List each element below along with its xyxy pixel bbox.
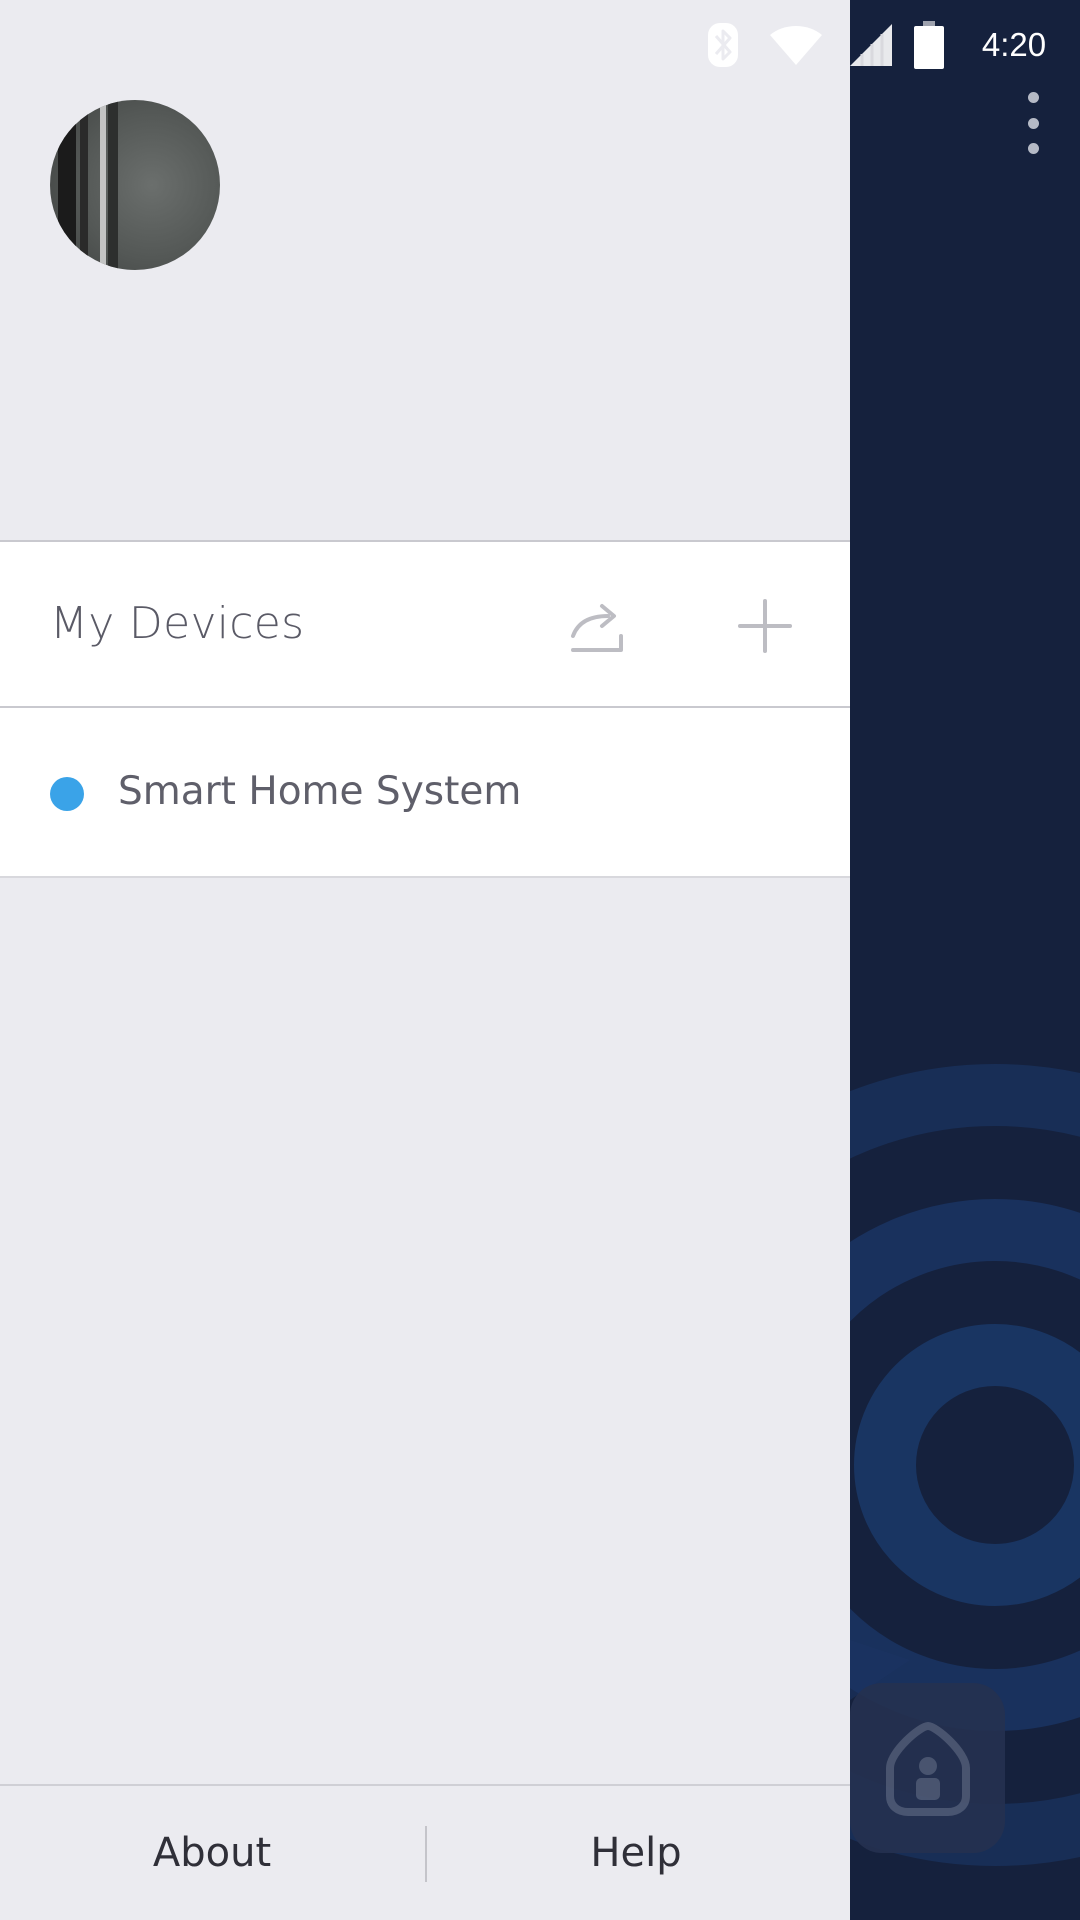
device-list-item[interactable]: Smart Home System	[0, 708, 850, 878]
my-devices-header: My Devices	[0, 540, 850, 708]
help-link[interactable]: Help	[486, 1786, 786, 1920]
avatar-photo-detail	[58, 100, 76, 270]
device-status-dot	[50, 777, 84, 811]
navigation-drawer: My Devices Smart Home System About Help	[0, 0, 850, 1920]
home-lock-icon	[885, 1722, 970, 1816]
plus-icon	[738, 599, 792, 653]
bluetooth-icon	[692, 22, 754, 68]
avatar[interactable]	[50, 100, 220, 270]
overflow-menu-button[interactable]	[1010, 88, 1056, 158]
share-icon	[571, 604, 623, 652]
status-time: 4:20	[981, 26, 1047, 63]
more-vert-dot	[1027, 117, 1039, 129]
share-button[interactable]	[560, 594, 634, 658]
avatar-photo-detail	[108, 100, 118, 270]
cell-signal-icon	[838, 22, 904, 68]
more-vert-icon	[1027, 92, 1039, 103]
add-device-button[interactable]	[730, 594, 800, 658]
avatar-photo-detail	[80, 100, 88, 270]
avatar-photo-detail	[100, 100, 106, 270]
battery-icon	[904, 21, 954, 69]
about-link[interactable]: About	[62, 1786, 362, 1920]
status-icons: 4:20	[692, 0, 1080, 90]
device-name: Smart Home System	[118, 769, 522, 814]
status-bar: 4:20	[0, 0, 1080, 90]
wifi-icon	[754, 23, 838, 67]
my-devices-title: My Devices	[50, 598, 305, 649]
more-vert-dot	[1027, 143, 1039, 154]
drawer-footer: About Help	[0, 1784, 850, 1920]
home-lock-button[interactable]	[850, 1683, 1005, 1853]
footer-divider	[425, 1826, 427, 1882]
